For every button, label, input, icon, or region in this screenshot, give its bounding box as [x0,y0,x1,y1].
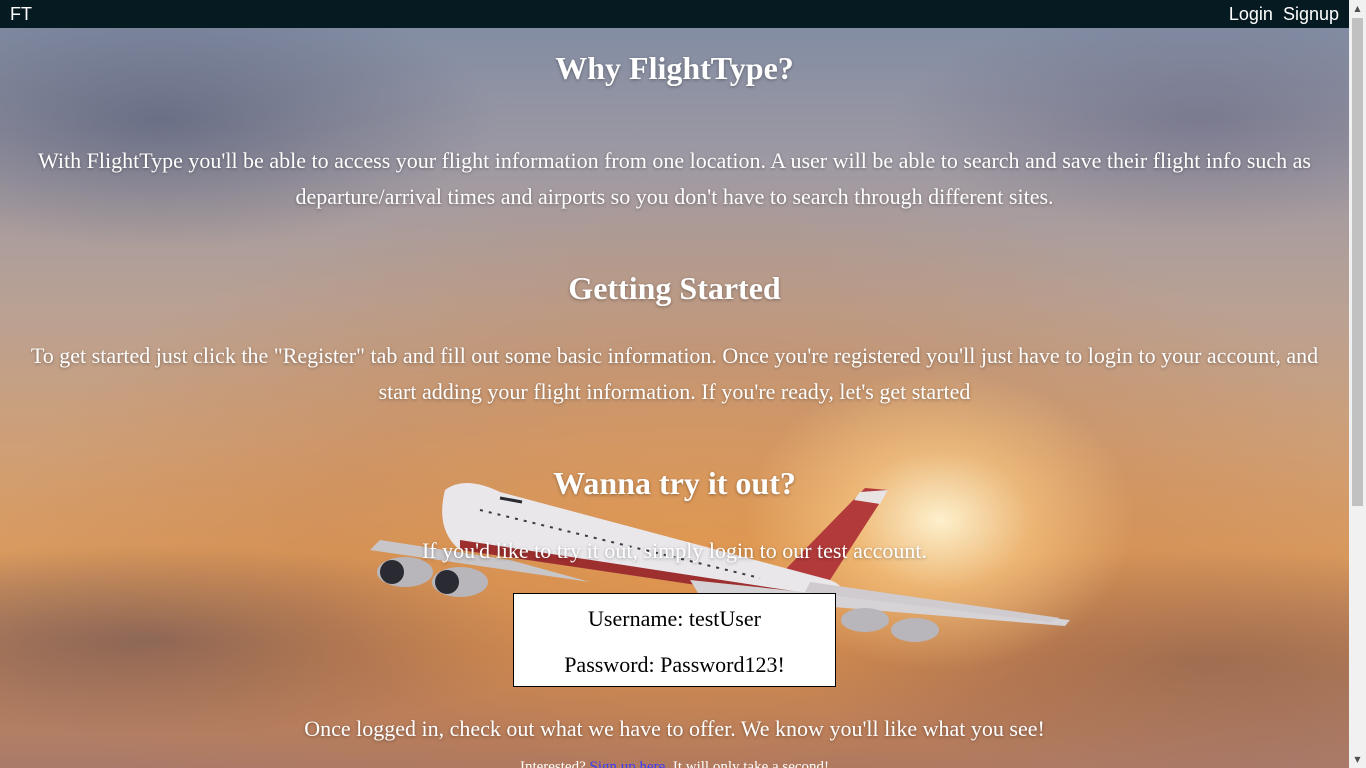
signup-prompt-suffix: . It will only take a second! [665,759,830,768]
signup-prompt-prefix: Interested? [519,759,590,768]
top-navbar: FT Login Signup [0,0,1349,28]
why-heading: Why FlightType? [555,50,794,86]
getting-started-heading: Getting Started [568,270,781,306]
scroll-thumb[interactable] [1352,18,1363,506]
page: FT Login Signup Why FlightType? With Fli… [0,0,1366,768]
login-link[interactable]: Login [1229,0,1273,28]
getting-started-paragraph: To get started just click the "Register"… [30,343,1319,404]
signup-link[interactable]: Signup [1283,0,1339,28]
signup-here-link[interactable]: Sign up here [590,759,666,768]
nav-links: Login Signup [1229,0,1339,28]
after-login-paragraph: Once logged in, check out what we have t… [304,716,1045,741]
vertical-scrollbar[interactable]: ▲ ▼ [1349,0,1366,768]
brand-logo-link[interactable]: FT [10,0,32,28]
try-it-paragraph: If you'd like to try it out, simply logi… [421,538,927,563]
test-password: Password: Password123! [564,652,785,677]
scroll-up-arrow-icon[interactable]: ▲ [1349,0,1366,17]
test-username: Username: testUser [588,606,761,631]
why-paragraph: With FlightType you'll be able to access… [38,148,1311,209]
scroll-down-arrow-icon[interactable]: ▼ [1349,751,1366,768]
try-it-heading: Wanna try it out? [553,465,796,501]
test-credentials-box: Username: testUser Password: Password123… [513,593,836,687]
signup-prompt: Interested? Sign up here. It will only t… [0,759,1349,768]
